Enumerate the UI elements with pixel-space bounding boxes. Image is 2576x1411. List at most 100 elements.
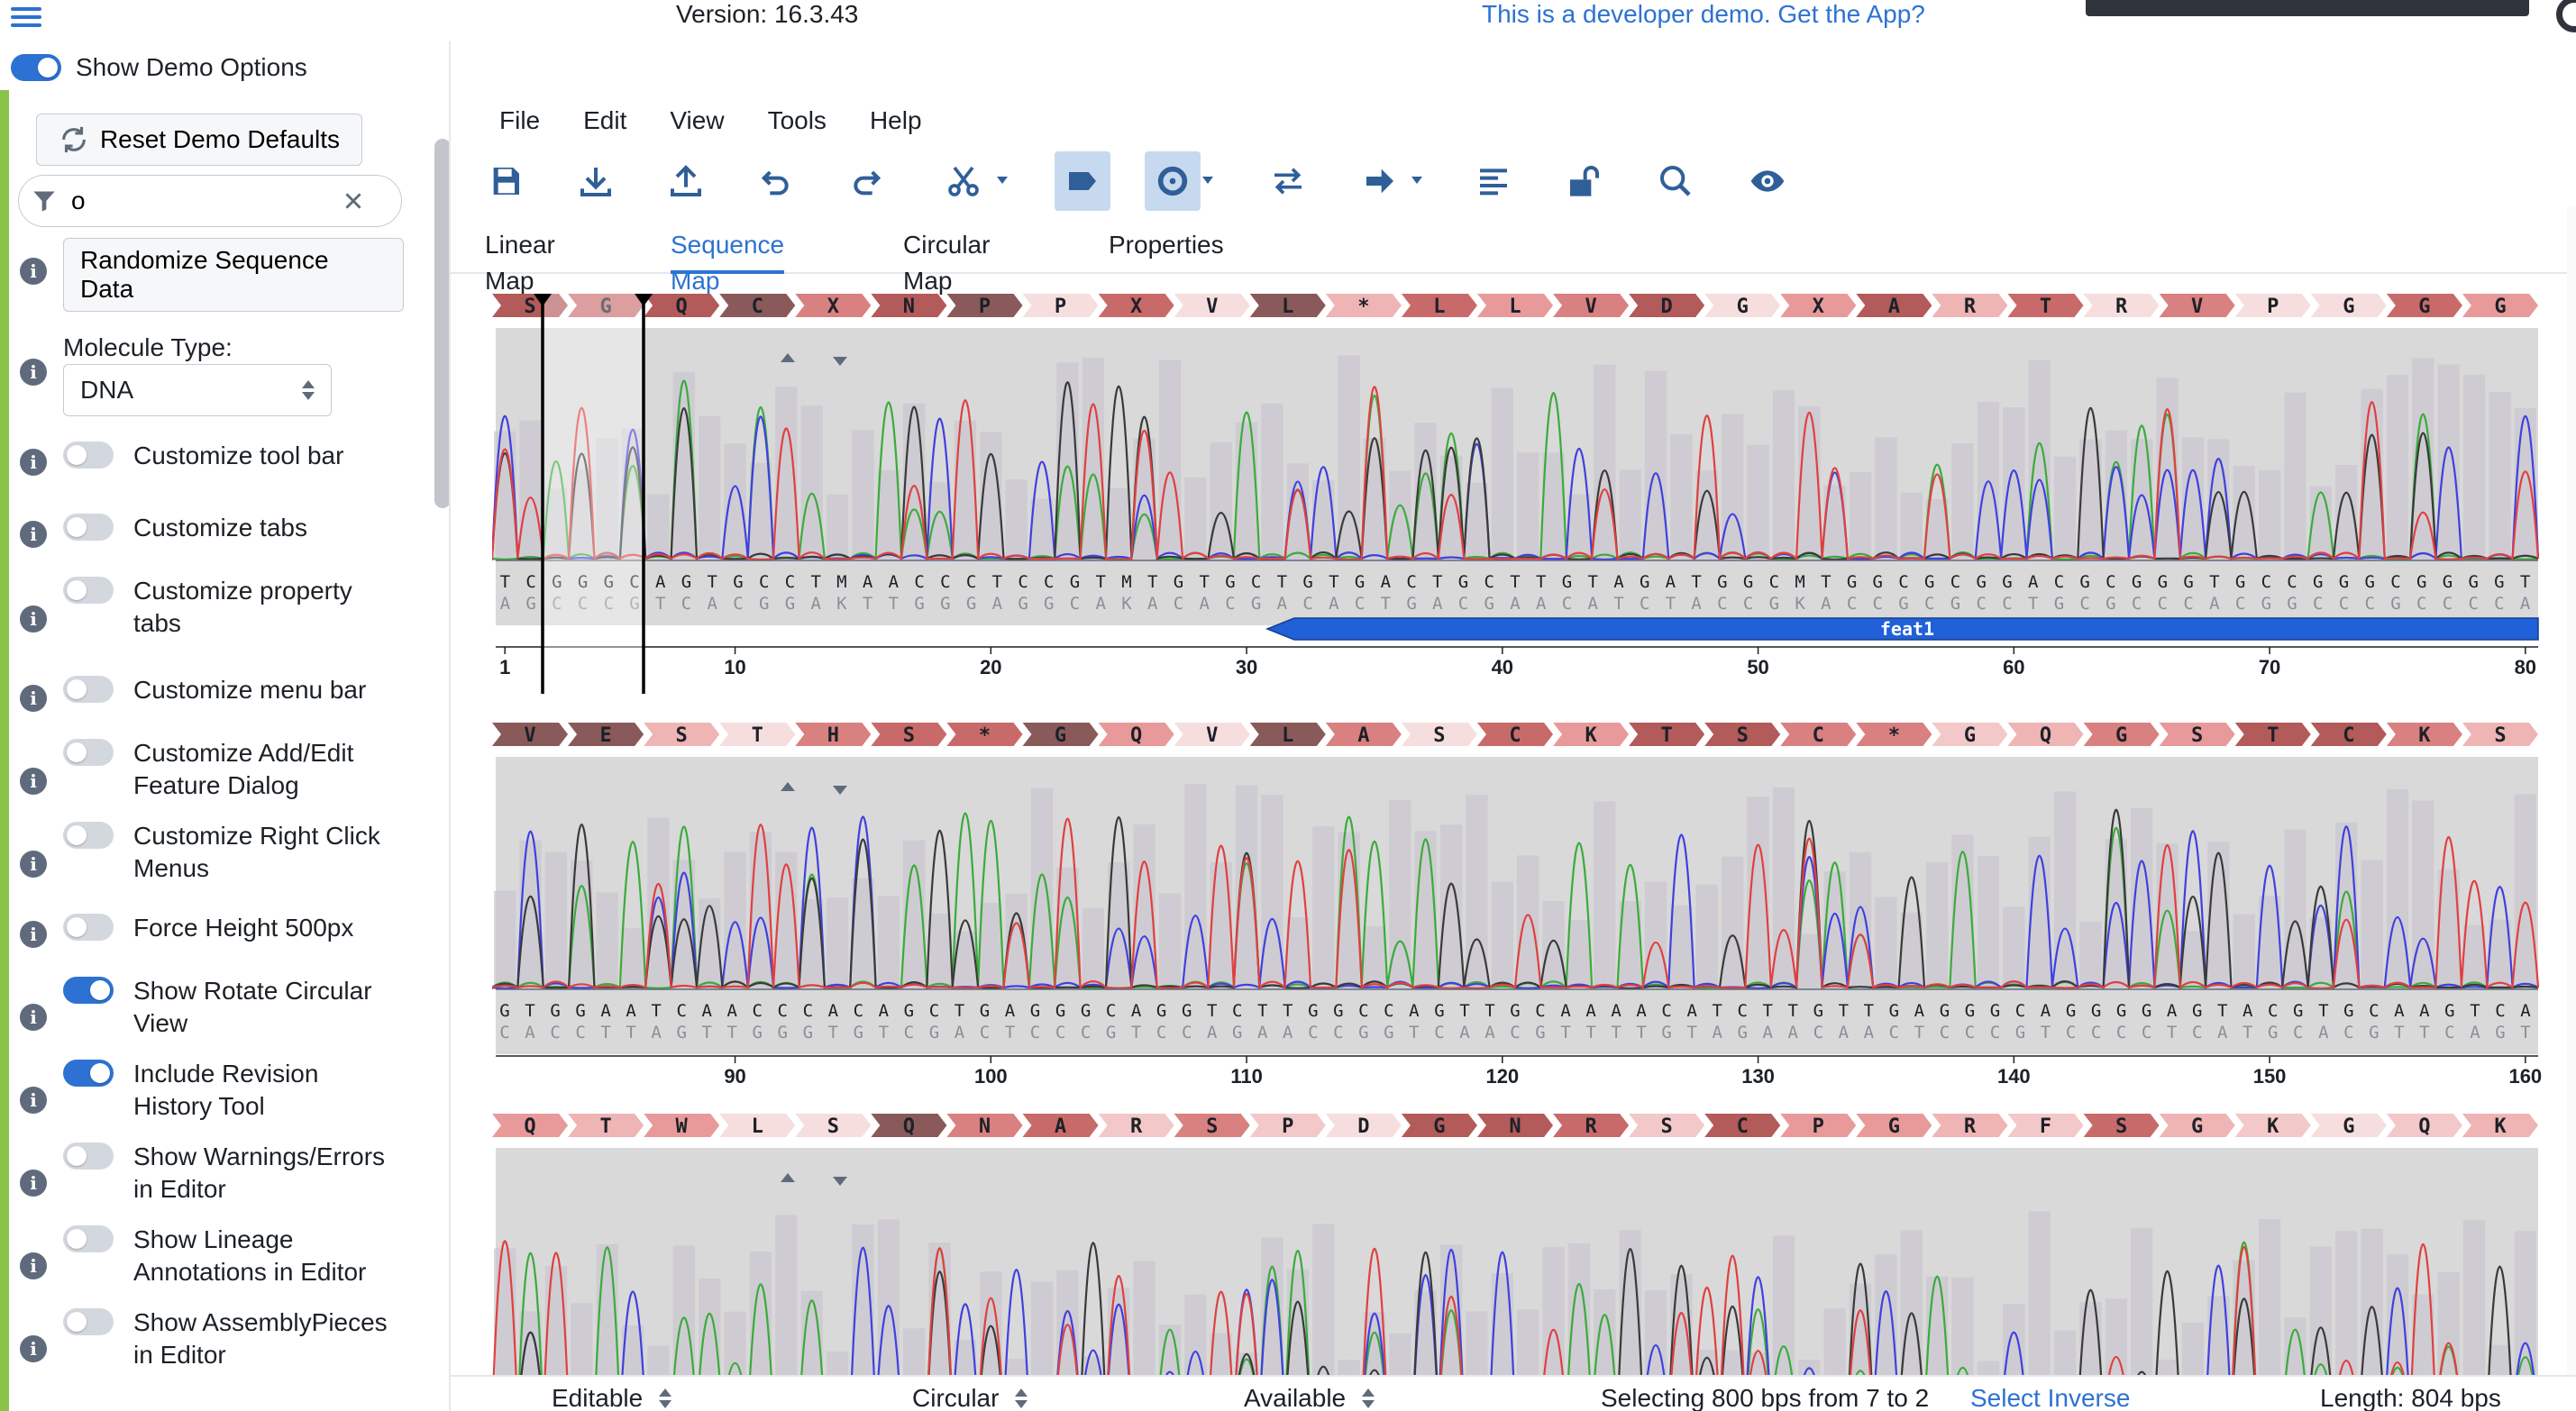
menu-tools[interactable]: Tools [768, 106, 827, 142]
menu-help[interactable]: Help [870, 106, 922, 142]
quality-bar [1517, 452, 1539, 560]
complement-base-letter: A [1277, 594, 1288, 614]
quality-bar [903, 403, 926, 560]
show-demo-options-toggle[interactable] [11, 54, 61, 81]
info-icon[interactable]: i [20, 258, 47, 285]
info-icon[interactable]: i [20, 921, 47, 948]
info-icon[interactable]: i [20, 449, 47, 476]
info-icon[interactable]: i [20, 521, 47, 548]
quality-bar [724, 1311, 746, 1375]
demo-option-toggle[interactable] [63, 1225, 114, 1252]
tab-linear-map[interactable]: Linear Map [485, 227, 555, 295]
info-icon[interactable]: i [20, 685, 47, 712]
demo-option-toggle[interactable] [63, 514, 114, 541]
demo-option-toggle[interactable] [63, 676, 114, 703]
complement-base-letter: G [759, 594, 769, 614]
complement-base-letter: C [2079, 594, 2089, 614]
info-icon[interactable]: i [20, 1170, 47, 1197]
undo-button[interactable] [748, 151, 804, 211]
base-letter: C [2261, 572, 2271, 592]
hamburger-menu-icon[interactable] [11, 4, 41, 31]
info-icon[interactable]: i [20, 1252, 47, 1279]
download-button[interactable] [568, 151, 624, 211]
amino-acid-label: S [1433, 724, 1445, 747]
feature-label-button[interactable] [1055, 151, 1110, 211]
amino-acid-label: A [1055, 1115, 1066, 1138]
direction-dropdown-caret-icon[interactable] [1411, 177, 1422, 184]
demo-option-toggle[interactable] [63, 577, 114, 604]
info-icon[interactable]: i [20, 359, 47, 386]
info-icon[interactable]: i [20, 1004, 47, 1031]
quality-bar [571, 1303, 593, 1375]
info-icon[interactable]: i [20, 605, 47, 633]
demo-option-row: Customize property tabs [63, 575, 404, 640]
filter-input[interactable] [71, 187, 342, 215]
tab-sequence-map[interactable]: Sequence Map [671, 227, 785, 295]
sequence-map-view[interactable]: S G Q C X N P P X V L * L L V D G X A R T R V P G G G T C G G G C A G T G C C T… [492, 294, 2545, 1375]
demo-option-toggle[interactable] [63, 977, 114, 1004]
upload-button[interactable] [658, 151, 714, 211]
feature-direction-button[interactable] [1352, 151, 1408, 211]
quality-bar [1594, 364, 1616, 560]
circular-dropdown-caret-icon[interactable] [1202, 177, 1213, 184]
base-letter: C [803, 1001, 813, 1021]
clear-filter-icon[interactable] [342, 189, 365, 213]
info-icon[interactable]: i [20, 1335, 47, 1362]
demo-option-toggle[interactable] [63, 1060, 114, 1087]
developer-demo-link[interactable]: This is a developer demo. Get the App? [1482, 0, 1925, 29]
cut-dropdown-caret-icon[interactable] [997, 177, 1008, 184]
quality-bar [1772, 389, 1795, 560]
demo-option-toggle[interactable] [63, 822, 114, 849]
menu-file[interactable]: File [499, 106, 540, 142]
topology-select[interactable]: Circular [912, 1384, 1028, 1411]
base-letter: C [676, 1001, 686, 1021]
sequence-map-canvas[interactable]: S G Q C X N P P X V L * L L V D G X A R T R V P G G GT C G G G C A G T G C C T… [492, 294, 2545, 1375]
redo-button[interactable] [838, 151, 894, 211]
complement-base-letter: C [1813, 1023, 1823, 1042]
demo-option-toggle[interactable] [63, 1142, 114, 1170]
search-button[interactable] [1648, 151, 1704, 211]
tab-properties[interactable]: Properties [1109, 227, 1224, 274]
cut-button[interactable] [936, 151, 991, 211]
randomize-sequence-data-button[interactable]: Randomize Sequence Data [63, 238, 404, 312]
demo-option-toggle[interactable] [63, 914, 114, 941]
complement-base-letter: C [904, 1023, 914, 1042]
demo-option-toggle[interactable] [63, 1308, 114, 1335]
base-letter: G [1156, 1001, 1166, 1021]
panel-divider[interactable] [449, 41, 451, 1411]
availability-select[interactable]: Available [1244, 1384, 1375, 1411]
quality-bar [1875, 437, 1897, 560]
lock-button[interactable] [1556, 151, 1612, 211]
align-button[interactable] [1466, 151, 1521, 211]
select-inverse-link[interactable]: Select Inverse [1970, 1384, 2130, 1411]
quality-bar [1005, 1359, 1028, 1375]
menu-view[interactable]: View [670, 106, 724, 142]
demo-option-toggle[interactable] [63, 442, 114, 469]
info-icon[interactable]: i [20, 768, 47, 795]
complement-base-letter: C [2116, 1023, 2126, 1042]
tab-circular-map[interactable]: Circular Map [903, 227, 990, 295]
editable-select[interactable]: Editable [552, 1384, 672, 1411]
reset-demo-defaults-button[interactable]: Reset Demo Defaults [36, 114, 362, 166]
save-button[interactable] [478, 151, 534, 211]
complement-base-letter: G [1358, 1023, 1368, 1042]
base-letter: G [1640, 572, 1649, 592]
complement-base-letter: T [1636, 1023, 1646, 1042]
quality-bar [1184, 783, 1207, 989]
circular-icon [1157, 166, 1188, 196]
menu-edit[interactable]: Edit [583, 106, 626, 142]
quality-bar [800, 1290, 823, 1375]
base-letter: T [1277, 572, 1287, 592]
visibility-button[interactable] [1740, 151, 1795, 211]
quality-bar [1210, 861, 1232, 989]
base-letter: G [2494, 572, 2504, 592]
circular-view-button[interactable] [1145, 151, 1201, 211]
molecule-type-select[interactable]: DNA [63, 364, 332, 416]
info-icon[interactable]: i [20, 851, 47, 878]
quality-bar [1644, 881, 1667, 989]
complement-base-letter: T [1131, 1023, 1141, 1042]
demo-option-toggle[interactable] [63, 739, 114, 766]
complement-base-letter: A [1459, 1023, 1470, 1042]
info-icon[interactable]: i [20, 1087, 47, 1114]
swap-strands-button[interactable] [1260, 151, 1316, 211]
